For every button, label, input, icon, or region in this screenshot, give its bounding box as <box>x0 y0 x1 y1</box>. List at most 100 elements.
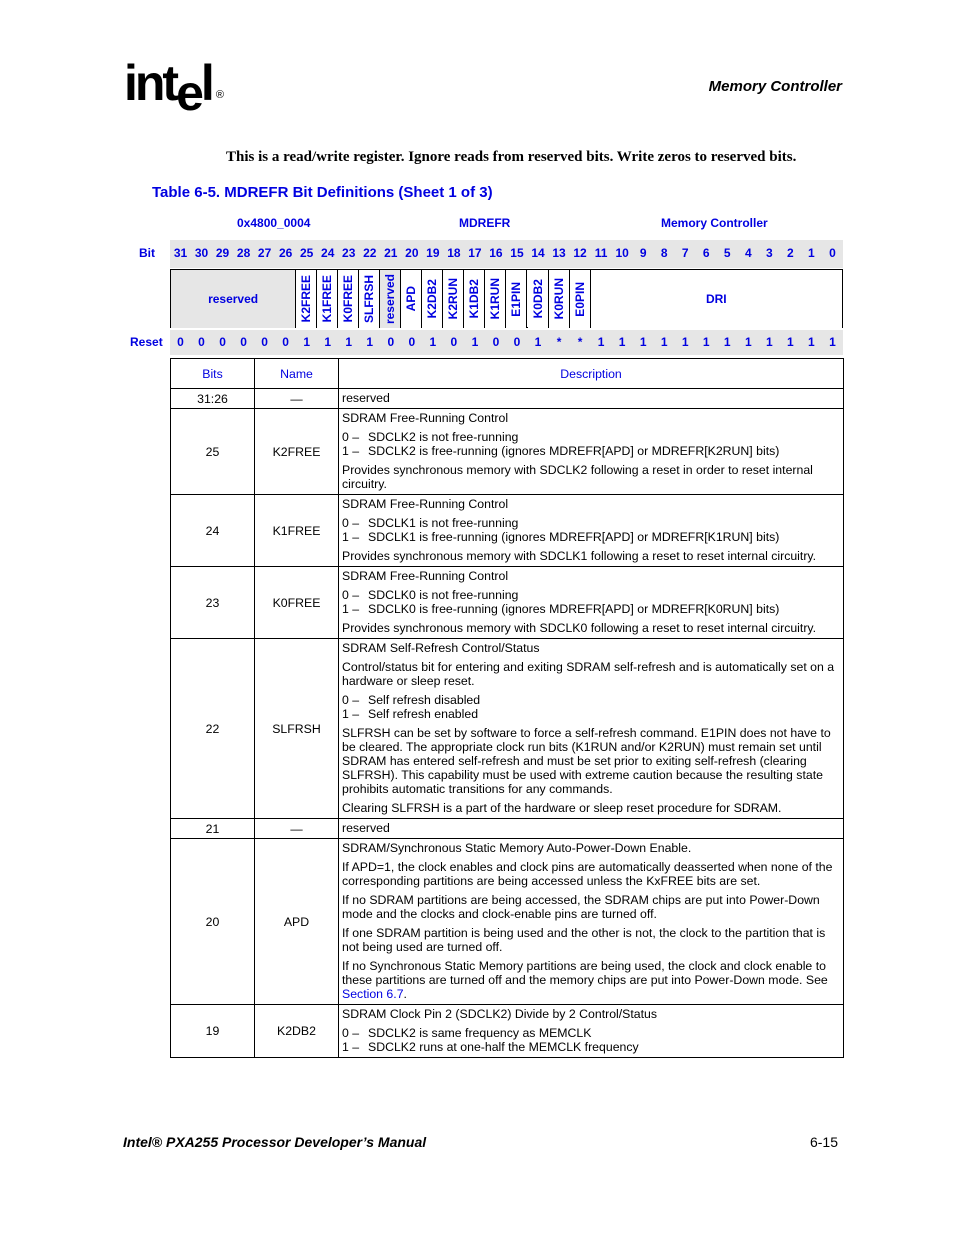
table-row: 20 APD SDRAM/Synchronous Static Memory Aut… <box>170 838 844 1005</box>
description-paragraph: 0 – SDCLK2 is same frequency as MEMCLK 1 –… <box>342 1026 840 1054</box>
description-text: SDRAM/Synchronous Static Memory Auto-Pow… <box>342 841 692 855</box>
description-paragraph: SLFRSH can be set by software to force a… <box>342 726 840 796</box>
bits-cell: 24 <box>170 494 255 567</box>
description-paragraph: If no SDRAM partitions are being accesse… <box>342 893 840 921</box>
reset-value: 0 <box>282 335 289 349</box>
enum-value-line: 0 – SDCLK2 is not free-running <box>342 430 840 444</box>
field-k1run: K1RUN <box>485 270 507 328</box>
description-paragraph: SDRAM/Synchronous Static Memory Auto-Pow… <box>342 841 840 855</box>
table-row: 22 SLFRSH SDRAM Self-Refresh Control/Statu… <box>170 638 844 819</box>
bit-number: 6 <box>702 246 710 260</box>
enum-value: 1 – <box>342 602 360 616</box>
bit-number: 8 <box>660 246 668 260</box>
enum-value: 1 – <box>342 444 360 458</box>
description-text: If no Synchronous Static Memory partitio… <box>342 959 828 987</box>
field-k0run: K0RUN <box>548 270 570 328</box>
field-apd: APD <box>401 270 423 328</box>
description-paragraph: SDRAM Self-Refresh Control/Status <box>342 641 840 655</box>
bit-number: 24 <box>321 246 335 260</box>
bit-number: 30 <box>194 246 209 260</box>
section-link[interactable]: Section 6.7 <box>342 987 404 1001</box>
enum-value: 1 – <box>342 707 360 721</box>
description-paragraph: 0 – SDCLK2 is not free-running 1 – SDCLK2 i… <box>342 430 840 458</box>
table-caption: Table 6-5. MDREFR Bit Definitions (Sheet… <box>152 184 493 201</box>
description-paragraph: SDRAM Free-Running Control <box>342 569 840 583</box>
field-label: DRI <box>705 292 727 306</box>
description-text: If one SDRAM partition is being used and… <box>342 926 826 954</box>
register-unit: Memory Controller <box>661 216 768 230</box>
bits-cell: 21 <box>170 818 255 839</box>
field-k1free: K1FREE <box>317 270 339 328</box>
description-text: SDRAM Clock Pin 2 (SDCLK2) Divide by 2 C… <box>342 1007 658 1021</box>
reset-row-label: Reset <box>130 335 163 349</box>
bit-number: 3 <box>765 246 773 260</box>
bit-number: 5 <box>723 246 731 260</box>
field-label: K2FREE <box>299 275 314 323</box>
description-cell: SDRAM Free-Running Control 0 – SDCLK1 is n… <box>338 494 844 567</box>
field-e0pin: E0PIN <box>569 270 591 328</box>
name-cell: K2FREE <box>254 408 339 495</box>
description-text: Provides synchronous memory with SDCLK2 … <box>342 463 813 491</box>
description-paragraph: reserved <box>342 391 840 405</box>
reset-value: 1 <box>429 335 437 349</box>
reset-value: 1 <box>597 335 605 349</box>
reset-value: 0 <box>219 335 226 349</box>
reset-value: 1 <box>639 335 647 349</box>
bit-number: 0 <box>829 246 836 260</box>
table-row: 24 K1FREE SDRAM Free-Running Control 0 – SDC… <box>170 494 844 567</box>
field-k2run: K2RUN <box>443 270 465 328</box>
enum-value-line: 0 – SDCLK0 is not free-running <box>342 588 840 602</box>
bit-number: 17 <box>468 246 482 260</box>
field-label: K1DB2 <box>467 279 482 319</box>
bit-number: 29 <box>215 246 230 260</box>
reset-value: 1 <box>808 335 815 349</box>
enum-value: 1 – <box>342 530 360 544</box>
field-k2db2: K2DB2 <box>422 270 444 328</box>
description-text: SDRAM Free-Running Control <box>342 569 509 583</box>
enum-value: 0 – <box>342 1026 360 1040</box>
registered-mark: ® <box>215 89 224 101</box>
field-e1pin: E1PIN <box>506 270 528 328</box>
enum-meaning: SDCLK2 runs at one-half the MEMCLK frequ… <box>368 1040 639 1054</box>
description-paragraph: Provides synchronous memory with SDCLK0 … <box>342 621 840 635</box>
description-text: SDRAM Self-Refresh Control/Status <box>342 641 540 655</box>
field-label: reserved <box>208 292 259 306</box>
reset-value: 0 <box>513 335 521 349</box>
reset-value: 1 <box>660 335 668 349</box>
description-text: reserved <box>342 821 390 835</box>
name-cell: — <box>254 818 339 839</box>
enum-meaning: SDCLK2 is free-running (ignores MDREFR[A… <box>368 444 780 458</box>
reset-value: 1 <box>765 335 773 349</box>
reset-value: 0 <box>408 335 416 349</box>
field-label: APD <box>404 286 419 312</box>
field-label: SLFRSH <box>362 275 377 323</box>
enum-value-line: 0 – Self refresh disabled <box>342 693 840 707</box>
table-row: 25 K2FREE SDRAM Free-Running Control 0 – SDC… <box>170 408 844 495</box>
bit-number: 25 <box>299 246 314 260</box>
register-address: 0x4800_0004 <box>237 216 311 230</box>
enum-value-line: 0 – SDCLK1 is not free-running <box>342 516 840 530</box>
description-text: reserved <box>342 391 390 405</box>
field-label: K2RUN <box>446 278 461 320</box>
field-label: K0DB2 <box>530 279 545 319</box>
enum-value: 0 – <box>342 516 360 530</box>
bit-number: 12 <box>573 246 587 260</box>
field-k1db2: K1DB2 <box>464 270 486 328</box>
description-paragraph: 0 – SDCLK0 is not free-running 1 – SDCLK0 i… <box>342 588 840 616</box>
bit-number: 31 <box>173 246 188 260</box>
reset-value: 1 <box>702 335 710 349</box>
reset-value: 1 <box>303 335 311 349</box>
name-cell: K2DB2 <box>254 1004 339 1058</box>
bit-number: 2 <box>787 246 794 260</box>
bit-number: 19 <box>426 246 440 260</box>
description-paragraph: Clearing SLFRSH is a part of the hardwar… <box>342 801 840 815</box>
description-paragraph: If APD=1, the clock enables and clock pi… <box>342 860 840 888</box>
description-paragraph: Provides synchronous memory with SDCLK1 … <box>342 549 840 563</box>
bit-number: 16 <box>489 246 503 260</box>
field-label: K1RUN <box>488 278 503 320</box>
table-row: 23 K0FREE SDRAM Free-Running Control 0 – SDC… <box>170 566 844 639</box>
field-k0free: K0FREE <box>338 270 360 328</box>
reset-value: 0 <box>492 335 500 349</box>
reset-value: 1 <box>534 335 542 349</box>
field-k2free: K2FREE <box>296 270 318 328</box>
